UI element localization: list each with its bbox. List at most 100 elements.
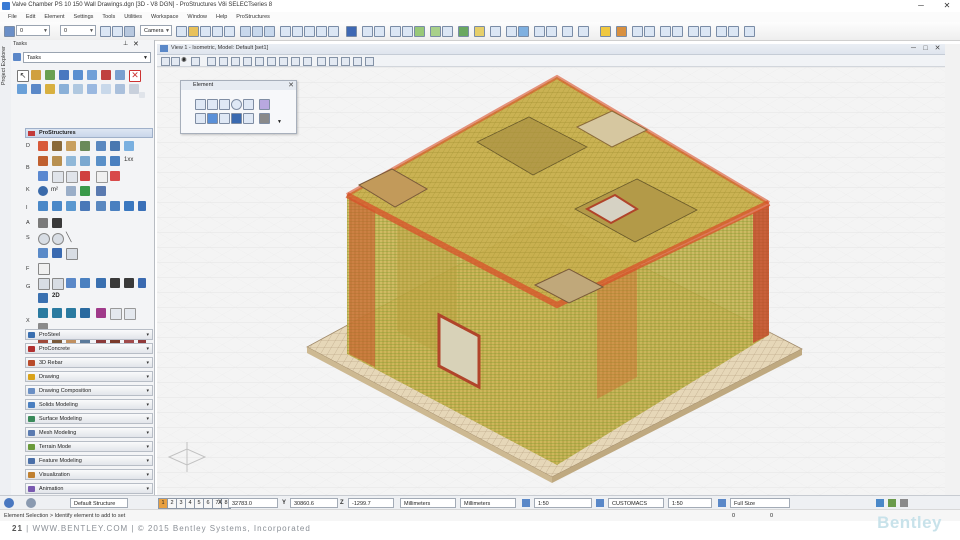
- references-icon[interactable]: [346, 26, 357, 37]
- beam-icon[interactable]: [688, 26, 699, 37]
- view-previous-icon[interactable]: [291, 57, 300, 66]
- prostructures-icon[interactable]: [600, 26, 611, 37]
- move-icon[interactable]: [73, 70, 83, 80]
- camera-view-icon[interactable]: [546, 26, 557, 37]
- place-line-icon[interactable]: [207, 99, 218, 110]
- acs-combo[interactable]: CUSTOMACS: [608, 498, 664, 508]
- z-coordinate-field[interactable]: -1299.7: [348, 498, 394, 508]
- prostructures-section-header[interactable]: ProStructures: [25, 128, 153, 138]
- copy-icon[interactable]: [316, 26, 327, 37]
- shape-edit-icon[interactable]: [66, 248, 78, 260]
- line-tool-icon[interactable]: ╲: [66, 232, 71, 243]
- menu-edit[interactable]: Edit: [26, 12, 35, 22]
- copy-parallel-icon[interactable]: [17, 84, 27, 94]
- section-3d-rebar[interactable]: 3D Rebar ▾: [25, 357, 153, 368]
- view-control-icon[interactable]: [4, 498, 14, 508]
- element-selection-icon[interactable]: ↖: [17, 70, 29, 82]
- line-style-icon[interactable]: [100, 26, 111, 37]
- unit-combo-2[interactable]: Millimeters: [460, 498, 516, 508]
- level-display-icon[interactable]: [4, 26, 15, 37]
- section-drawing[interactable]: Drawing ▾: [25, 371, 153, 382]
- drawing-tool-icon[interactable]: [744, 26, 755, 37]
- place-block-icon[interactable]: [219, 99, 230, 110]
- camera-view-tool-icon[interactable]: [341, 57, 350, 66]
- schedule-icon[interactable]: [80, 186, 90, 196]
- shape-tool-icon[interactable]: [38, 141, 48, 151]
- view-scrollbar[interactable]: [945, 44, 960, 495]
- unit-combo-1[interactable]: Millimeters: [400, 498, 456, 508]
- fence-icon[interactable]: [518, 26, 529, 37]
- element-selection-palette-icon[interactable]: [195, 99, 206, 110]
- view-close-button[interactable]: ✕: [933, 44, 942, 53]
- view-rebar-icon[interactable]: [52, 248, 62, 258]
- copy-element-icon[interactable]: [87, 70, 97, 80]
- circle-tool-icon[interactable]: [38, 186, 48, 196]
- menu-element[interactable]: Element: [44, 12, 64, 22]
- camera-combo[interactable]: Camera ▼: [140, 25, 172, 36]
- rotate-icon[interactable]: [101, 70, 111, 80]
- line-weight-icon[interactable]: [112, 26, 123, 37]
- properties-icon[interactable]: [474, 26, 485, 37]
- standard-views-icon[interactable]: [365, 57, 374, 66]
- new-file-icon[interactable]: [240, 26, 251, 37]
- stirrup-icon[interactable]: [80, 156, 90, 166]
- delete-element-icon[interactable]: [31, 70, 41, 80]
- settings-icon[interactable]: [876, 499, 884, 507]
- measure-palette-icon[interactable]: [259, 113, 270, 124]
- concrete-slab-icon[interactable]: [66, 141, 76, 151]
- profile-icon[interactable]: [138, 278, 146, 288]
- dimension-icon[interactable]: [38, 263, 50, 275]
- polygon-icon[interactable]: [110, 141, 120, 151]
- hook-icon[interactable]: [66, 156, 76, 166]
- section-icon[interactable]: [38, 201, 48, 211]
- place-circle-icon[interactable]: [231, 99, 242, 110]
- x-coordinate-field[interactable]: 32783.0: [228, 498, 278, 508]
- render-icon[interactable]: [200, 26, 211, 37]
- transparency-icon[interactable]: [124, 26, 135, 37]
- view-attributes-icon[interactable]: [161, 57, 170, 66]
- bar-schedule-icon[interactable]: [728, 26, 739, 37]
- concrete-block-icon[interactable]: [52, 141, 62, 151]
- clip-volume-icon[interactable]: [506, 26, 517, 37]
- scale-combo-2[interactable]: 1:50: [668, 498, 712, 508]
- grid-icon[interactable]: [52, 278, 64, 290]
- section-prosteel[interactable]: ProSteel ▾: [25, 329, 153, 340]
- mirror-icon[interactable]: [31, 84, 41, 94]
- help-icon[interactable]: [578, 26, 589, 37]
- section-terrain-mode[interactable]: Terrain Mode ▾: [25, 441, 153, 452]
- match-attributes-icon[interactable]: [45, 70, 55, 80]
- menu-file[interactable]: File: [8, 12, 17, 22]
- copy-palette-icon[interactable]: [219, 113, 230, 124]
- stretch-icon[interactable]: [73, 84, 83, 94]
- active-level-combo[interactable]: 0 ▼: [16, 25, 50, 36]
- camera-tools-icon[interactable]: [224, 26, 235, 37]
- trim-icon[interactable]: [101, 84, 111, 94]
- footing-icon[interactable]: [700, 26, 711, 37]
- array-icon[interactable]: [45, 84, 55, 94]
- layout-icon[interactable]: [96, 186, 106, 196]
- structure-icon[interactable]: [26, 498, 36, 508]
- rebar-icon[interactable]: [38, 156, 48, 166]
- reinforcement-icon[interactable]: [632, 26, 643, 37]
- minimize-button[interactable]: ─: [914, 1, 928, 11]
- wall-icon[interactable]: [660, 26, 671, 37]
- scale-icon[interactable]: [115, 70, 125, 80]
- undo-icon[interactable]: [280, 26, 291, 37]
- color-icon[interactable]: [96, 308, 106, 318]
- lighting-icon[interactable]: [212, 26, 223, 37]
- task-selector[interactable]: Tasks ▼: [23, 52, 151, 63]
- menu-help[interactable]: Help: [216, 12, 227, 22]
- section-animation[interactable]: Animation ▾: [25, 483, 153, 494]
- zoom-out-icon[interactable]: [231, 57, 240, 66]
- section-view-icon[interactable]: [52, 308, 62, 318]
- measure-icon[interactable]: [442, 26, 453, 37]
- plan-view-icon[interactable]: [38, 293, 48, 303]
- lock-icon[interactable]: [888, 499, 896, 507]
- element-palette-close-button[interactable]: ✕: [288, 81, 294, 90]
- 2d-icon[interactable]: 2D: [52, 293, 60, 299]
- element-info-icon[interactable]: [402, 26, 413, 37]
- text-style-icon[interactable]: 1xx: [124, 157, 133, 163]
- cylinder-icon[interactable]: [96, 141, 106, 151]
- clip-volume-view-icon[interactable]: [317, 57, 326, 66]
- modify-icon[interactable]: [87, 84, 97, 94]
